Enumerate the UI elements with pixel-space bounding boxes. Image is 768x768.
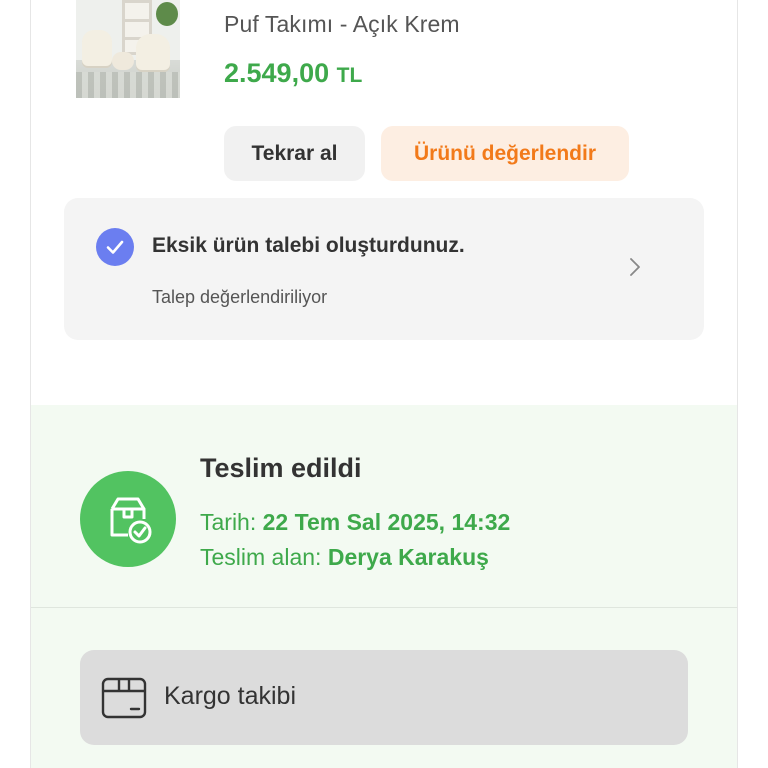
- claim-status: Talep değerlendiriliyor: [152, 287, 328, 307]
- cargo-tracking-label: Kargo takibi: [164, 682, 297, 710]
- price-currency: TL: [336, 64, 363, 87]
- section-divider: [31, 607, 737, 608]
- cargo-tracking-button[interactable]: Kargo takibi: [80, 650, 688, 745]
- check-circle-icon: [96, 228, 134, 266]
- delivery-date: Tarih: 22 Tem Sal 2025, 14:32: [200, 509, 510, 536]
- delivery-status-title: Teslim edildi: [200, 453, 362, 483]
- package-delivered-icon: [80, 471, 176, 567]
- rebuy-button[interactable]: Tekrar al: [224, 126, 365, 181]
- chevron-right-icon: [630, 258, 640, 276]
- box-icon: [101, 677, 147, 719]
- product-image[interactable]: [76, 0, 180, 98]
- claim-title: Eksik ürün talebi oluşturdunuz.: [152, 234, 465, 257]
- review-product-button[interactable]: Ürünü değerlendir: [381, 126, 629, 181]
- product-price: 2.549,00 TL: [224, 58, 362, 89]
- delivery-receiver: Teslim alan: Derya Karakuş: [200, 544, 489, 571]
- delivery-receiver-value: Derya Karakuş: [327, 544, 489, 570]
- delivery-receiver-label: Teslim alan:: [200, 544, 322, 570]
- delivery-date-label: Tarih:: [200, 509, 257, 535]
- missing-item-claim-card[interactable]: Eksik ürün talebi oluşturdunuz. Talep de…: [64, 198, 704, 340]
- price-amount: 2.549,00: [224, 58, 330, 88]
- product-title[interactable]: Puf Takımı - Açık Krem: [224, 11, 460, 38]
- delivery-date-value: 22 Tem Sal 2025, 14:32: [262, 509, 511, 535]
